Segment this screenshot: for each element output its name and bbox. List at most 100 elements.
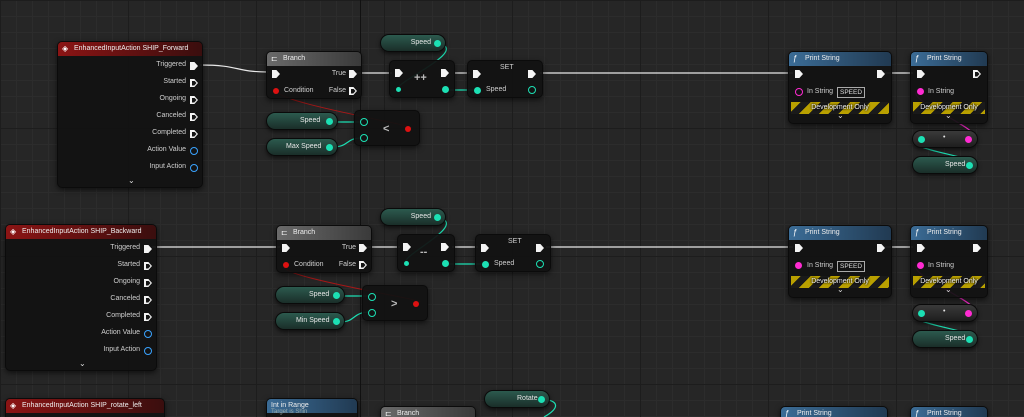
branch-exec-in[interactable]: [282, 244, 290, 252]
greater-than-node[interactable]: >: [362, 285, 428, 321]
chevron-down-icon[interactable]: ⌄: [837, 285, 844, 294]
branch-node[interactable]: ⊏ Branch: [380, 406, 476, 417]
speed-in-pin[interactable]: [482, 261, 489, 268]
rotate-variable-getter[interactable]: Rotate: [484, 390, 550, 408]
print-string-node[interactable]: ƒ Print String: [910, 406, 988, 417]
speed-variable-getter[interactable]: Speed: [380, 34, 446, 52]
exec-pin-canceled[interactable]: [190, 113, 198, 121]
exec-pin-completed[interactable]: [190, 130, 198, 138]
speed-variable-getter[interactable]: Speed: [912, 156, 978, 174]
speed-variable-getter[interactable]: Speed: [266, 112, 338, 130]
action-value-pin[interactable]: [190, 147, 198, 155]
branch-true-pin[interactable]: [359, 244, 367, 252]
float-a-pin[interactable]: [368, 293, 376, 301]
float-out-pin[interactable]: [333, 318, 340, 325]
exec-pin-triggered[interactable]: [144, 245, 152, 253]
exec-out-pin[interactable]: [441, 243, 449, 251]
float-b-pin[interactable]: [360, 134, 368, 142]
exec-out-pin[interactable]: [441, 69, 449, 77]
min-speed-variable-getter[interactable]: Min Speed: [275, 312, 345, 330]
string-out-pin[interactable]: [965, 136, 972, 143]
bool-out-pin[interactable]: [413, 301, 419, 307]
print-string-node[interactable]: ƒ Print String In String SPEED Developme…: [788, 225, 892, 298]
speed-variable-getter[interactable]: Speed: [380, 208, 446, 226]
exec-in-pin[interactable]: [917, 70, 925, 78]
branch-false-pin[interactable]: [349, 87, 357, 95]
branch-false-pin[interactable]: [359, 261, 367, 269]
float-out-pin[interactable]: [434, 40, 441, 47]
in-string-pin[interactable]: [795, 262, 802, 269]
increment-node[interactable]: ++: [389, 60, 455, 98]
float-out-pin[interactable]: [966, 162, 973, 169]
exec-in-pin[interactable]: [481, 244, 489, 252]
exec-in-pin[interactable]: [473, 70, 481, 78]
speed-out-pin[interactable]: [528, 86, 536, 94]
float-to-string-conversion[interactable]: •: [912, 304, 978, 322]
float-out-pin[interactable]: [966, 336, 973, 343]
exec-pin-ongoing[interactable]: [144, 279, 152, 287]
exec-out-pin[interactable]: [536, 244, 544, 252]
float-out-pin[interactable]: [333, 292, 340, 299]
float-in-pin[interactable]: [918, 310, 925, 317]
exec-pin-triggered[interactable]: [190, 62, 198, 70]
print-string-node[interactable]: ƒ Print String In String Development Onl…: [910, 51, 988, 124]
action-value-pin[interactable]: [144, 330, 152, 338]
bool-out-pin[interactable]: [405, 126, 411, 132]
input-action-pin[interactable]: [190, 164, 198, 172]
exec-out-pin[interactable]: [528, 70, 536, 78]
set-speed-node[interactable]: SET Speed: [467, 60, 543, 98]
exec-pin-canceled[interactable]: [144, 296, 152, 304]
in-string-value-field[interactable]: SPEED: [837, 87, 866, 98]
float-in-pin[interactable]: [396, 87, 401, 92]
event-node-ship-backward[interactable]: ◈ EnhancedInputAction SHIP_Backward Trig…: [5, 224, 157, 371]
exec-out-pin[interactable]: [973, 244, 981, 252]
print-string-node[interactable]: ƒ Print String In String Development Onl…: [910, 225, 988, 298]
speed-variable-getter[interactable]: Speed: [275, 286, 345, 304]
exec-out-pin[interactable]: [877, 244, 885, 252]
exec-out-pin[interactable]: [877, 70, 885, 78]
chevron-down-icon[interactable]: ⌄: [79, 359, 86, 368]
float-out-pin[interactable]: [434, 214, 441, 221]
speed-out-pin[interactable]: [536, 260, 544, 268]
exec-in-pin[interactable]: [795, 70, 803, 78]
chevron-down-icon[interactable]: ⌄: [945, 285, 952, 294]
chevron-down-icon[interactable]: ⌄: [128, 176, 135, 185]
float-out-pin[interactable]: [442, 86, 449, 93]
float-b-pin[interactable]: [368, 309, 376, 317]
exec-in-pin[interactable]: [917, 244, 925, 252]
condition-pin[interactable]: [273, 88, 279, 94]
float-out-pin[interactable]: [326, 118, 333, 125]
float-to-string-conversion[interactable]: •: [912, 130, 978, 148]
speed-variable-getter[interactable]: Speed: [912, 330, 978, 348]
float-in-pin[interactable]: [918, 136, 925, 143]
branch-true-pin[interactable]: [349, 70, 357, 78]
float-in-pin[interactable]: [404, 261, 409, 266]
exec-pin-ongoing[interactable]: [190, 96, 198, 104]
in-string-pin[interactable]: [917, 88, 924, 95]
int-in-range-node[interactable]: Int in Range Target is Shin: [266, 398, 358, 417]
in-string-pin[interactable]: [917, 262, 924, 269]
branch-exec-in[interactable]: [272, 70, 280, 78]
exec-in-pin[interactable]: [795, 244, 803, 252]
speed-in-pin[interactable]: [474, 87, 481, 94]
in-string-pin[interactable]: [795, 88, 803, 96]
less-than-node[interactable]: <: [354, 110, 420, 146]
branch-node[interactable]: ⊏ Branch True Condition False: [276, 225, 372, 273]
input-action-pin[interactable]: [144, 347, 152, 355]
float-out-pin[interactable]: [442, 260, 449, 267]
event-node-ship-forward[interactable]: ◈ EnhancedInputAction SHIP_Forward Trigg…: [57, 41, 203, 188]
float-out-pin[interactable]: [538, 396, 545, 403]
set-speed-node[interactable]: SET Speed: [475, 234, 551, 272]
exec-out-pin[interactable]: [973, 70, 981, 78]
float-a-pin[interactable]: [360, 118, 368, 126]
print-string-node[interactable]: ƒ Print String In String SPEED Developme…: [788, 51, 892, 124]
chevron-down-icon[interactable]: ⌄: [837, 111, 844, 120]
float-out-pin[interactable]: [326, 144, 333, 151]
exec-pin-started[interactable]: [190, 79, 198, 87]
print-string-node[interactable]: ƒ Print String: [780, 406, 888, 417]
exec-in-pin[interactable]: [403, 243, 411, 251]
chevron-down-icon[interactable]: ⌄: [945, 111, 952, 120]
exec-pin-started[interactable]: [144, 262, 152, 270]
event-node-ship-rotate-left[interactable]: ◈ EnhancedInputAction SHIP_rotate_left: [5, 398, 165, 417]
exec-in-pin[interactable]: [395, 69, 403, 77]
